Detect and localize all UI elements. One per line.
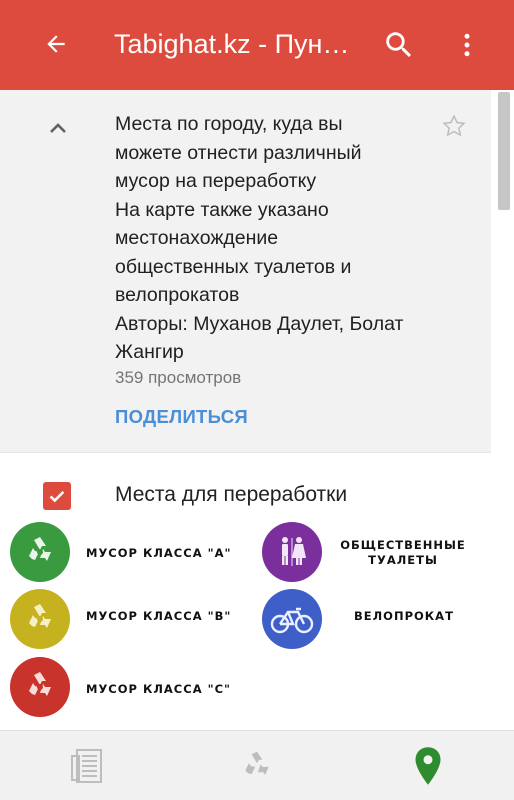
page-title: Tabighat.kz - Пун… bbox=[114, 29, 350, 59]
divider bbox=[0, 452, 491, 453]
share-button[interactable]: ПОДЕЛИТЬСЯ bbox=[115, 406, 248, 428]
legend-label: МУСОР КЛАССА "В" bbox=[86, 609, 232, 623]
search-button[interactable] bbox=[382, 28, 416, 62]
bicycle-icon bbox=[262, 589, 322, 649]
map-description: Места по городу, куда вы можете отнести … bbox=[115, 110, 445, 367]
recycle-icon bbox=[10, 657, 70, 717]
description-line: Жангир bbox=[115, 341, 184, 363]
bottom-navigation bbox=[0, 730, 514, 800]
recycle-icon bbox=[10, 522, 70, 582]
arrow-back-icon bbox=[47, 35, 65, 53]
legend-label: ВЕЛОПРОКАТ bbox=[354, 609, 454, 623]
search-icon bbox=[386, 32, 412, 58]
scrollbar[interactable] bbox=[498, 92, 510, 210]
more-options-button[interactable] bbox=[452, 28, 482, 62]
view-count: 359 просмотров bbox=[115, 368, 242, 387]
tab-list[interactable] bbox=[62, 743, 112, 789]
description-line: Места по городу, куда вы bbox=[115, 113, 343, 135]
legend-label: МУСОР КЛАССА "С" bbox=[86, 682, 232, 696]
collapse-button[interactable] bbox=[44, 116, 72, 140]
app-bar: Tabighat.kz - Пун… bbox=[0, 0, 514, 90]
description-line: можете отнести различный bbox=[115, 141, 362, 164]
description-line: местонахождение bbox=[115, 227, 279, 249]
chevron-up-icon bbox=[50, 123, 66, 133]
legend-label-line: ТУАЛЕТЫ bbox=[368, 553, 438, 567]
map-info-panel: Места по городу, куда вы можете отнести … bbox=[0, 90, 491, 452]
legend-label-line: ОБЩЕСТВЕННЫЕ bbox=[340, 538, 466, 552]
star-outline-icon bbox=[442, 114, 466, 137]
layer-label: Места для переработки bbox=[115, 483, 348, 506]
layer-row: Места для переработки bbox=[0, 470, 491, 520]
favorite-button[interactable] bbox=[440, 112, 468, 140]
map-legend: МУСОР КЛАССА "А" МУСОР КЛАССА "В" МУСОР … bbox=[0, 514, 514, 730]
layer-checkbox[interactable] bbox=[43, 482, 71, 510]
description-line: Авторы: Муханов Даулет, Болат bbox=[115, 312, 404, 335]
description-line: На карте также указано bbox=[115, 198, 329, 221]
map-pin-icon bbox=[415, 747, 441, 785]
list-icon bbox=[71, 749, 102, 783]
legend-label: МУСОР КЛАССА "А" bbox=[86, 546, 232, 560]
description-line: велопрокатов bbox=[115, 284, 240, 306]
tab-map[interactable] bbox=[403, 743, 453, 789]
recycle-icon bbox=[245, 751, 269, 775]
restroom-icon bbox=[262, 522, 322, 582]
recycle-icon bbox=[10, 589, 70, 649]
tab-legend[interactable] bbox=[232, 743, 282, 789]
checkmark-icon bbox=[49, 490, 65, 503]
description-line: мусор на переработку bbox=[115, 170, 317, 192]
more-vert-icon bbox=[464, 33, 470, 57]
back-button[interactable] bbox=[38, 26, 74, 62]
description-line: общественных туалетов и bbox=[115, 255, 352, 278]
legend-label: ОБЩЕСТВЕННЫЕ ТУАЛЕТЫ bbox=[338, 538, 468, 568]
